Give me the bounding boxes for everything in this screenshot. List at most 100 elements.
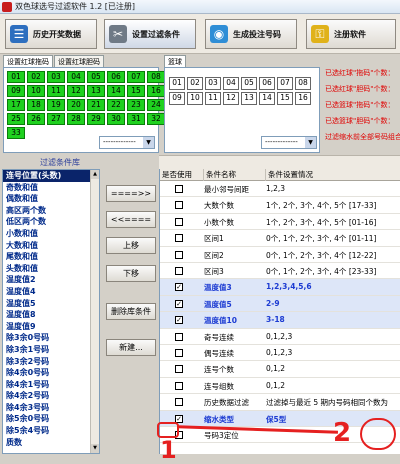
table-row[interactable]: 区间1 0个, 1个, 2个, 3个, 4个 [01-11] (160, 230, 400, 247)
scroll-down-icon[interactable]: ▼ (91, 444, 99, 453)
library-list-item[interactable]: 除3余2号码 (3, 356, 99, 368)
blue-select[interactable]: ------------- ▼ (261, 136, 317, 149)
register-button[interactable]: ⚿ 注册软件 (306, 19, 396, 49)
red-number-cell[interactable]: 22 (107, 99, 125, 111)
blue-number-cell[interactable]: 01 (169, 77, 185, 90)
tab-red-danma[interactable]: 设置红球胆码 (54, 55, 104, 67)
red-number-cell[interactable]: 06 (107, 71, 125, 83)
library-list-item[interactable]: 大数和值 (3, 240, 99, 252)
red-number-cell[interactable]: 13 (87, 85, 105, 97)
red-number-cell[interactable]: 02 (27, 71, 45, 83)
red-number-cell[interactable]: 07 (127, 71, 145, 83)
set-filter-button[interactable]: ✂ 设置过滤条件 (104, 19, 196, 49)
red-number-cell[interactable]: 24 (147, 99, 165, 111)
blue-number-cell[interactable]: 12 (223, 92, 239, 105)
red-number-cell[interactable]: 19 (47, 99, 65, 111)
use-checkbox[interactable] (175, 201, 183, 210)
red-number-cell[interactable]: 04 (67, 71, 85, 83)
red-number-cell[interactable]: 30 (107, 113, 125, 125)
red-number-cell[interactable]: 11 (47, 85, 65, 97)
library-list-item[interactable]: 除3余1号码 (3, 344, 99, 356)
table-row[interactable]: 历史数据过滤 过滤掉与最近 5 期内号码相同个数为 (160, 394, 400, 411)
red-number-cell[interactable]: 09 (7, 85, 25, 97)
red-number-cell[interactable]: 08 (147, 71, 165, 83)
red-number-cell[interactable]: 28 (67, 113, 85, 125)
use-checkbox[interactable] (175, 234, 183, 243)
generate-numbers-button[interactable]: ◉ 生成投注号码 (205, 19, 297, 49)
red-number-cell[interactable]: 33 (7, 127, 25, 139)
red-number-cell[interactable]: 27 (47, 113, 65, 125)
red-number-cell[interactable]: 25 (7, 113, 25, 125)
library-list-item[interactable]: 温度值2 (3, 274, 99, 286)
library-list-item[interactable]: 高区两个数 (3, 205, 99, 217)
red-number-cell[interactable]: 12 (67, 85, 85, 97)
blue-number-cell[interactable]: 03 (205, 77, 221, 90)
red-number-cell[interactable]: 21 (87, 99, 105, 111)
library-list-item[interactable]: 温度值9 (3, 321, 99, 333)
blue-number-cell[interactable]: 11 (205, 92, 221, 105)
use-checkbox[interactable]: ✓ (175, 283, 183, 292)
use-checkbox[interactable] (175, 381, 183, 390)
remove-condition-button[interactable]: <<==== (106, 211, 156, 228)
red-number-cell[interactable]: 16 (147, 85, 165, 97)
use-checkbox[interactable]: ✓ (175, 299, 183, 308)
history-data-button[interactable]: ☰ 历史开奖数据 (5, 19, 97, 49)
use-checkbox[interactable] (175, 349, 183, 357)
table-row[interactable]: 区间2 0个, 1个, 2个, 3个, 4个 [12-22] (160, 247, 400, 263)
library-list-item[interactable]: 除5余0号码 (3, 413, 99, 425)
red-number-cell[interactable]: 17 (7, 99, 25, 111)
table-row[interactable]: 奇号连续 0,1,2,3 (160, 329, 400, 345)
tab-red-tuoma[interactable]: 设置红球拖码 (3, 55, 53, 67)
blue-number-cell[interactable]: 09 (169, 92, 185, 105)
use-checkbox[interactable] (175, 217, 183, 226)
blue-number-cell[interactable]: 10 (187, 92, 203, 105)
red-number-cell[interactable]: 31 (127, 113, 145, 125)
table-row[interactable]: 大数个数 1个, 2个, 3个, 4个, 5个 [17-33] (160, 197, 400, 214)
blue-number-cell[interactable]: 14 (259, 92, 275, 105)
blue-number-cell[interactable]: 13 (241, 92, 257, 105)
red-number-cell[interactable]: 29 (87, 113, 105, 125)
blue-number-cell[interactable]: 07 (277, 77, 293, 90)
use-checkbox[interactable] (175, 365, 183, 374)
library-list-item[interactable]: 小数和值 (3, 228, 99, 240)
tab-blue[interactable]: 篮球 (164, 55, 186, 67)
red-number-cell[interactable]: 14 (107, 85, 125, 97)
use-checkbox[interactable] (175, 332, 183, 341)
blue-number-cell[interactable]: 16 (295, 92, 311, 105)
table-row[interactable]: 小数个数 1个, 2个, 3个, 4个, 5个 [01-16] (160, 214, 400, 231)
table-row[interactable]: 区间3 0个, 1个, 2个, 3个, 4个 [23-33] (160, 263, 400, 280)
library-list-item[interactable]: 奇数和值 (3, 182, 99, 194)
table-row[interactable]: 连号组数 0,1,2 (160, 378, 400, 395)
library-list-item[interactable]: 温度值4 (3, 286, 99, 298)
library-list-item[interactable]: 除4余3号码 (3, 402, 99, 414)
library-list-item[interactable]: 低区两个数 (3, 216, 99, 228)
blue-number-cell[interactable]: 04 (223, 77, 239, 90)
red-number-cell[interactable]: 01 (7, 71, 25, 83)
move-down-button[interactable]: 下移 (106, 265, 156, 282)
blue-number-cell[interactable]: 08 (295, 77, 311, 90)
add-condition-button[interactable]: ====>> (106, 185, 156, 202)
blue-number-cell[interactable]: 15 (277, 92, 293, 105)
delete-library-condition-button[interactable]: 删除库条件 (106, 303, 156, 320)
red-number-cell[interactable]: 32 (147, 113, 165, 125)
library-list-item[interactable]: 偶数和值 (3, 193, 99, 205)
blue-number-cell[interactable]: 06 (259, 77, 275, 90)
table-row[interactable]: 最小邻号间距 1,2,3 (160, 181, 400, 198)
table-row[interactable]: 连号个数 0,1,2 (160, 361, 400, 378)
red-select[interactable]: ------------- ▼ (99, 136, 155, 149)
table-row[interactable]: 偶号连续 0,1,2,3 (160, 345, 400, 362)
table-row[interactable]: ✓ 温度值3 1,2,3,4,5,6 (160, 279, 400, 296)
library-list-item[interactable]: 温度值5 (3, 298, 99, 310)
library-list-item[interactable]: 除4余2号码 (3, 390, 99, 402)
library-list-item[interactable]: 除3余0号码 (3, 332, 99, 344)
red-number-cell[interactable]: 15 (127, 85, 145, 97)
library-list-item[interactable]: 除4余0号码 (3, 367, 99, 379)
library-scrollbar[interactable]: ▲ ▼ (90, 170, 99, 453)
red-number-cell[interactable]: 23 (127, 99, 145, 111)
library-list-item[interactable]: 尾数和值 (3, 251, 99, 263)
library-list-item[interactable]: 除5余4号码 (3, 425, 99, 437)
red-number-cell[interactable]: 26 (27, 113, 45, 125)
red-number-cell[interactable]: 05 (87, 71, 105, 83)
red-number-cell[interactable]: 10 (27, 85, 45, 97)
use-checkbox[interactable] (175, 250, 183, 259)
